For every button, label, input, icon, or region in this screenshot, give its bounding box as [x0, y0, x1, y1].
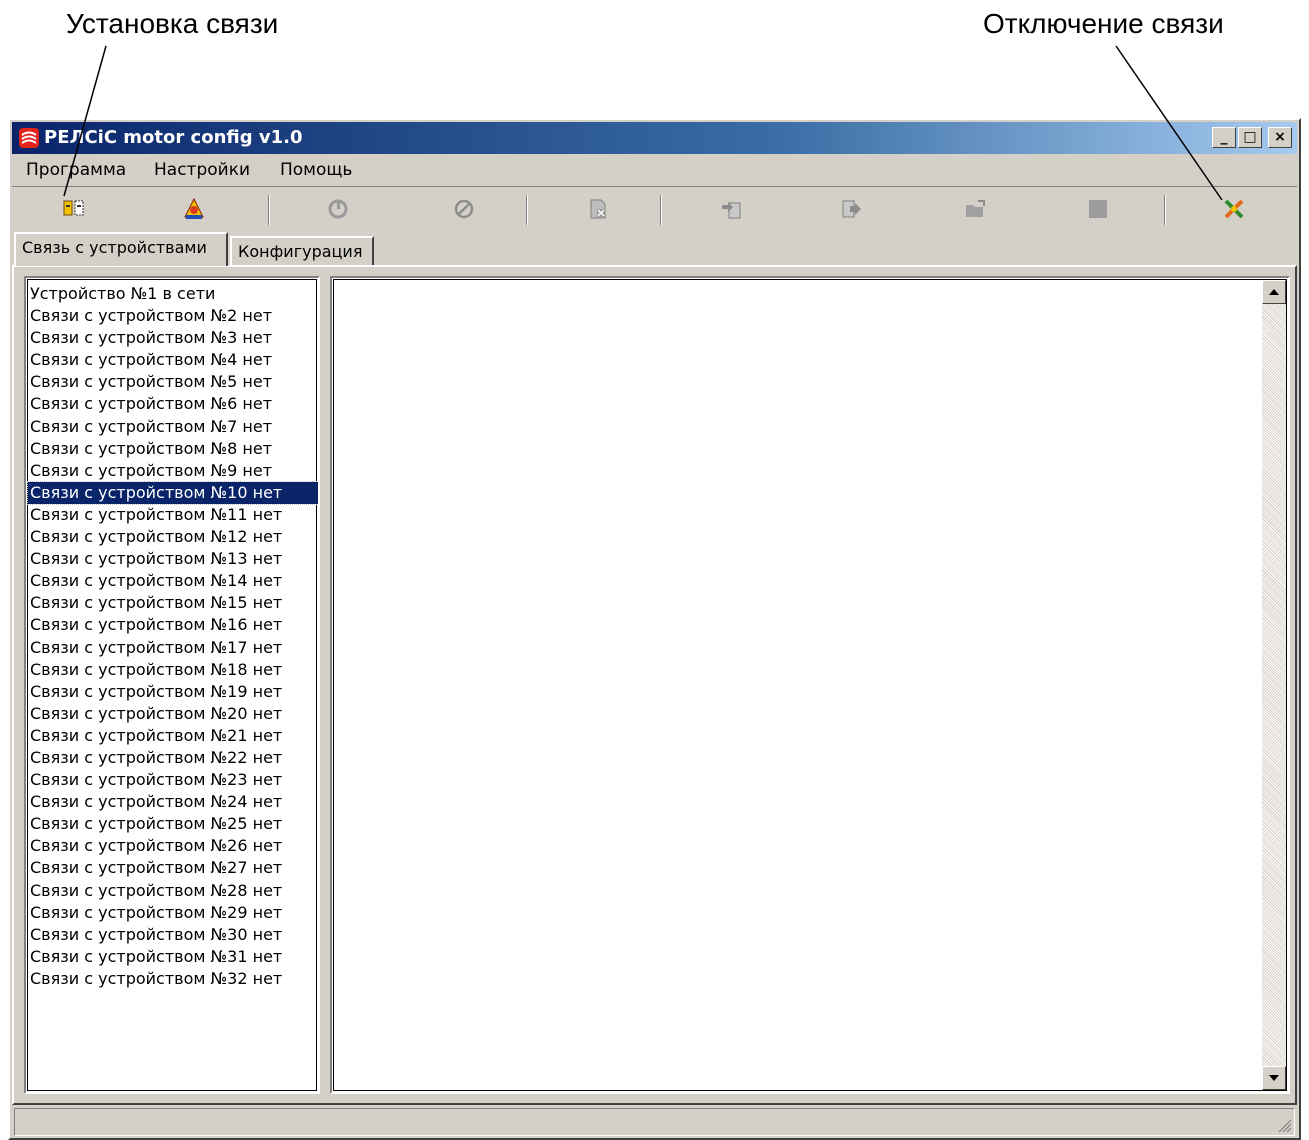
list-item[interactable]: Связи с устройством №16 нет [28, 614, 316, 636]
list-item[interactable]: Связи с устройством №5 нет [28, 371, 316, 393]
list-item[interactable]: Связи с устройством №30 нет [28, 924, 316, 946]
menu-settings[interactable]: Настройки [154, 160, 250, 180]
tab-device-connection[interactable]: Связь с устройствами [14, 232, 228, 266]
disconnect-icon [1224, 199, 1244, 219]
device-list[interactable]: Устройство №1 в сети Связи с устройством … [24, 276, 320, 1094]
list-item[interactable]: Связи с устройством №21 нет [28, 725, 316, 747]
cancel-icon [454, 199, 474, 219]
list-item[interactable]: Связи с устройством №3 нет [28, 327, 316, 349]
disconnect-button[interactable] [1214, 193, 1254, 227]
arrow-down-icon [1269, 1075, 1279, 1081]
list-item[interactable]: Связи с устройством №13 нет [28, 548, 316, 570]
list-item[interactable]: Связи с устройством №22 нет [28, 747, 316, 769]
open-folder-icon [966, 200, 985, 217]
export-icon [842, 200, 861, 218]
log-text-area [333, 279, 1287, 1091]
search-devices-icon [184, 197, 204, 219]
list-item[interactable]: Связи с устройством №12 нет [28, 526, 316, 548]
connect-button[interactable] [54, 193, 94, 227]
list-item[interactable]: Связи с устройством №23 нет [28, 769, 316, 791]
open-folder-button[interactable] [956, 193, 996, 227]
minimize-button[interactable]: _ [1212, 127, 1236, 148]
arrow-up-icon [1269, 289, 1279, 295]
app-logo-icon [19, 128, 39, 148]
resize-grip-icon[interactable] [1276, 1117, 1292, 1133]
app-window: РЕЛСіС motor config v1.0 _ □ × Программа… [8, 118, 1301, 1140]
import-button[interactable] [712, 193, 752, 227]
annotation-disconnect-label: Отключение связи [983, 8, 1224, 39]
menu-bar: Программа Настройки Помощь [12, 156, 1297, 184]
list-item[interactable]: Связи с устройством №17 нет [28, 637, 316, 659]
list-item[interactable]: Связи с устройством №7 нет [28, 416, 316, 438]
list-item[interactable]: Связи с устройством №10 нет [27, 480, 318, 505]
list-item[interactable]: Связи с устройством №32 нет [28, 968, 316, 990]
toolbar-separator [1164, 195, 1166, 225]
scroll-up-button[interactable] [1262, 280, 1286, 304]
list-item[interactable]: Связи с устройством №8 нет [28, 438, 316, 460]
menu-help[interactable]: Помощь [280, 160, 352, 180]
menu-program[interactable]: Программа [26, 160, 126, 180]
delete-file-icon [590, 199, 606, 219]
list-item[interactable]: Связи с устройством №11 нет [28, 504, 316, 526]
export-button[interactable] [832, 193, 872, 227]
scroll-down-button[interactable] [1262, 1066, 1286, 1090]
import-icon [722, 202, 741, 219]
list-item[interactable]: Связи с устройством №24 нет [28, 791, 316, 813]
toolbar-separator [660, 195, 662, 225]
toolbar-separator [268, 195, 270, 225]
delete-file-button[interactable] [578, 193, 618, 227]
close-button[interactable]: × [1268, 127, 1292, 148]
connect-icon [63, 200, 84, 216]
stop-button[interactable] [1078, 193, 1118, 227]
maximize-button[interactable]: □ [1238, 127, 1262, 148]
list-item[interactable]: Связи с устройством №19 нет [28, 681, 316, 703]
toolbar-separator [526, 195, 528, 225]
list-item[interactable]: Связи с устройством №9 нет [28, 460, 316, 482]
toolbar [12, 186, 1297, 232]
list-item[interactable]: Связи с устройством №14 нет [28, 570, 316, 592]
vertical-scrollbar[interactable] [1262, 280, 1286, 1090]
cancel-button[interactable] [444, 193, 484, 227]
list-item[interactable]: Связи с устройством №2 нет [28, 305, 316, 327]
tab-configuration[interactable]: Конфигурация [230, 236, 374, 266]
list-item[interactable]: Связи с устройством №4 нет [28, 349, 316, 371]
list-item[interactable]: Связи с устройством №18 нет [28, 659, 316, 681]
list-item[interactable]: Связи с устройством №27 нет [28, 857, 316, 879]
list-item[interactable]: Связи с устройством №28 нет [28, 880, 316, 902]
list-item[interactable]: Связи с устройством №31 нет [28, 946, 316, 968]
status-bar [14, 1108, 1295, 1136]
log-area[interactable] [330, 276, 1290, 1094]
list-item[interactable]: Связи с устройством №29 нет [28, 902, 316, 924]
list-item[interactable]: Связи с устройством №6 нет [28, 393, 316, 415]
title-bar[interactable]: РЕЛСіС motor config v1.0 _ □ × [12, 122, 1297, 154]
list-item[interactable]: Связи с устройством №25 нет [28, 813, 316, 835]
refresh-icon [328, 199, 348, 219]
refresh-button[interactable] [318, 193, 358, 227]
annotation-connect-label: Установка связи [66, 8, 279, 39]
list-item[interactable]: Связи с устройством №15 нет [28, 592, 316, 614]
search-devices-button[interactable] [174, 193, 214, 227]
window-title: РЕЛСіС motor config v1.0 [44, 127, 303, 148]
stop-icon [1089, 200, 1107, 218]
list-item[interactable]: Устройство №1 в сети [28, 283, 316, 305]
list-item[interactable]: Связи с устройством №20 нет [28, 703, 316, 725]
device-list-items: Устройство №1 в сети Связи с устройством … [27, 279, 318, 1091]
list-item[interactable]: Связи с устройством №26 нет [28, 835, 316, 857]
